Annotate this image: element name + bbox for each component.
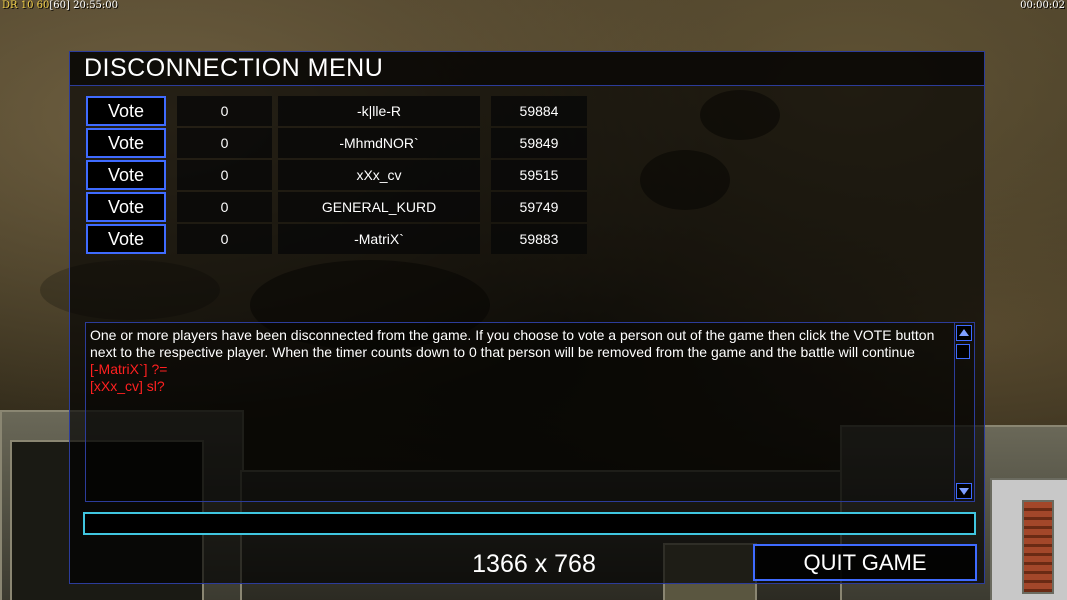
vote-count: 0 bbox=[177, 160, 272, 190]
player-name: -k|lle-R bbox=[278, 96, 480, 126]
fps-bracket: [60] bbox=[49, 0, 70, 11]
arrow-up-icon bbox=[959, 329, 969, 336]
scroll-thumb[interactable] bbox=[956, 344, 970, 359]
quit-game-button[interactable]: QUIT GAME bbox=[753, 544, 977, 581]
chat-message: [-MatriX`] ?= bbox=[90, 361, 168, 377]
vote-button[interactable]: Vote bbox=[86, 128, 166, 158]
scroll-down-button[interactable] bbox=[956, 483, 972, 499]
system-message: One or more players have been disconnect… bbox=[90, 327, 935, 360]
menu-title-bar: DISCONNECTION MENU bbox=[70, 52, 984, 86]
player-name: -MatriX` bbox=[278, 224, 480, 254]
vote-count: 0 bbox=[177, 192, 272, 222]
chat-scrollbar[interactable] bbox=[954, 323, 974, 501]
disconnect-timer: 59749 bbox=[491, 192, 587, 222]
chat-log[interactable]: One or more players have been disconnect… bbox=[85, 322, 975, 502]
fps-values: 10 60 bbox=[20, 0, 50, 11]
arrow-down-icon bbox=[959, 488, 969, 495]
chat-input[interactable] bbox=[83, 512, 976, 535]
fps-prefix: DR bbox=[2, 0, 18, 11]
vote-button[interactable]: Vote bbox=[86, 160, 166, 190]
disconnection-menu: DISCONNECTION MENU Vote 0 -k|lle-R 59884… bbox=[69, 51, 985, 584]
disconnect-timer: 59883 bbox=[491, 224, 587, 254]
disconnect-timer: 59515 bbox=[491, 160, 587, 190]
player-name: xXx_cv bbox=[278, 160, 480, 190]
vote-button[interactable]: Vote bbox=[86, 192, 166, 222]
resolution-label: 1366 x 768 bbox=[472, 550, 596, 578]
power-bar bbox=[1022, 500, 1054, 594]
disconnect-timer: 59884 bbox=[491, 96, 587, 126]
vote-button[interactable]: Vote bbox=[86, 224, 166, 254]
system-clock: 20:55:00 bbox=[73, 0, 119, 11]
fps-readout: DR 10 60[60] 20:55:00 bbox=[2, 0, 118, 11]
vote-button[interactable]: Vote bbox=[86, 96, 166, 126]
game-timer: 00:00:02 bbox=[1020, 0, 1065, 11]
vote-count: 0 bbox=[177, 224, 272, 254]
vote-count: 0 bbox=[177, 128, 272, 158]
player-name: -MhmdNOR` bbox=[278, 128, 480, 158]
menu-title: DISCONNECTION MENU bbox=[84, 54, 384, 82]
chat-message: [xXx_cv] sl? bbox=[90, 378, 165, 394]
chat-text: One or more players have been disconnect… bbox=[90, 327, 956, 395]
disconnect-timer: 59849 bbox=[491, 128, 587, 158]
player-name: GENERAL_KURD bbox=[278, 192, 480, 222]
vote-count: 0 bbox=[177, 96, 272, 126]
scroll-up-button[interactable] bbox=[956, 325, 972, 341]
